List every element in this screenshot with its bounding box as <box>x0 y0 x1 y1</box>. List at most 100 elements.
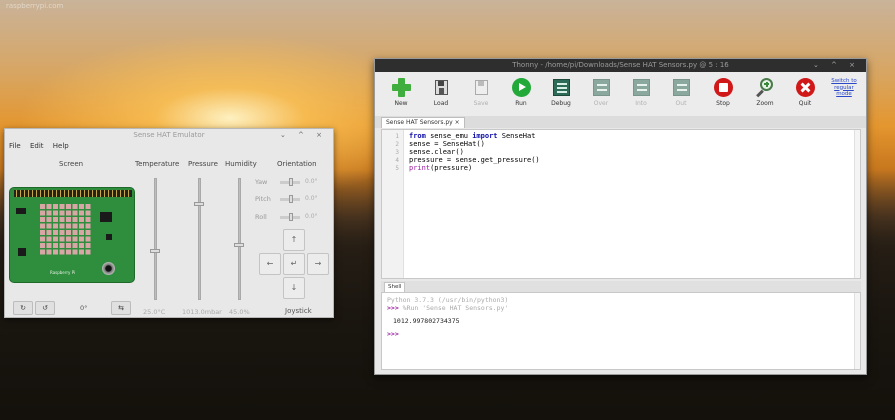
shell-output: 1012.997802734375 <box>393 317 460 325</box>
code-line[interactable]: sense.clear() <box>409 148 464 156</box>
load-button[interactable]: Load <box>423 78 459 107</box>
rotate-ccw-button[interactable]: ↺ <box>35 301 55 315</box>
humidity-heading: Humidity <box>225 160 257 168</box>
tab-shell[interactable]: Shell <box>384 282 406 292</box>
rotation-value: 0° <box>80 304 88 312</box>
temperature-slider-thumb[interactable] <box>150 248 160 253</box>
menu-file[interactable]: File <box>9 142 21 150</box>
new-label: New <box>394 100 408 107</box>
step-out-label: Out <box>675 100 687 107</box>
humidity-slider-thumb[interactable] <box>234 242 244 247</box>
quit-icon <box>796 78 815 97</box>
pressure-heading: Pressure <box>188 160 218 168</box>
screen-heading: Screen <box>59 160 84 168</box>
shell-panel[interactable]: Python 3.7.3 (/usr/bin/python3) >>> %Run… <box>381 292 861 370</box>
editor-scrollbar[interactable] <box>854 130 860 278</box>
stop-label: Stop <box>716 100 730 107</box>
desktop-corner-text: raspberrypi.com <box>6 2 64 10</box>
step-over-button[interactable]: Over <box>583 78 619 107</box>
joystick-center-button[interactable]: ↵ <box>283 253 305 275</box>
pressure-slider-thumb[interactable] <box>194 202 204 207</box>
line-number-gutter: 1 2 3 4 5 <box>382 130 404 278</box>
roll-value: 0.0° <box>305 213 318 220</box>
code-editor[interactable]: 1 2 3 4 5 from sense_emu import SenseHat… <box>381 129 861 279</box>
yaw-slider-thumb[interactable] <box>289 178 293 186</box>
joystick-up-button[interactable]: ↑ <box>283 229 305 251</box>
gpio-header <box>14 190 132 197</box>
line-number: 1 <box>395 133 399 140</box>
shell-run-command: %Run 'Sense HAT Sensors.py' <box>398 304 509 312</box>
stop-icon <box>714 78 733 97</box>
orientation-heading: Orientation <box>277 160 317 168</box>
joystick-left-button[interactable]: ← <box>259 253 281 275</box>
shell-version-line: Python 3.7.3 (/usr/bin/python3) <box>387 296 509 304</box>
line-number: 5 <box>395 165 399 172</box>
step-out-button[interactable]: Out <box>663 78 699 107</box>
code-line[interactable]: print(pressure) <box>409 164 472 172</box>
editor-tabbar: Sense HAT Sensors.py × <box>375 116 866 128</box>
pitch-slider-thumb[interactable] <box>289 195 293 203</box>
run-label: Run <box>515 100 527 107</box>
joystick-down-button[interactable]: ↓ <box>283 277 305 299</box>
pressure-slider[interactable] <box>194 178 204 300</box>
debug-button[interactable]: Debug <box>543 78 579 107</box>
pressure-value: 1013.0mbar <box>182 308 222 316</box>
roll-label: Roll <box>255 213 267 221</box>
load-floppy-icon <box>432 78 450 96</box>
menu-help[interactable]: Help <box>53 142 69 150</box>
step-into-label: Into <box>635 100 647 107</box>
run-play-icon <box>512 78 531 97</box>
save-floppy-icon <box>472 78 490 96</box>
save-button[interactable]: Save <box>463 78 499 107</box>
board-chip <box>16 208 26 214</box>
line-number: 3 <box>395 149 399 156</box>
code-line[interactable]: sense = SenseHat() <box>409 140 485 148</box>
temperature-value: 25.0°C <box>143 308 166 316</box>
quit-button[interactable]: Quit <box>787 78 823 107</box>
board-logo: Raspberry Pi <box>50 270 76 275</box>
flip-button[interactable]: ⇆ <box>111 301 131 315</box>
code-line[interactable]: from sense_emu import SenseHat <box>409 132 535 140</box>
board-chip <box>18 248 26 256</box>
pitch-label: Pitch <box>255 195 271 203</box>
sense-hat-titlebar[interactable]: Sense HAT Emulator ⌄ ^ × <box>5 129 333 141</box>
shell-scrollbar[interactable] <box>854 293 860 369</box>
tab-sense-hat-sensors[interactable]: Sense HAT Sensors.py × <box>381 117 465 128</box>
thonny-titlebar[interactable]: Thonny - /home/pi/Downloads/Sense HAT Se… <box>375 59 866 72</box>
step-into-icon <box>632 78 650 96</box>
debug-label: Debug <box>551 100 571 107</box>
thonny-title: Thonny - /home/pi/Downloads/Sense HAT Se… <box>512 61 729 69</box>
thonny-toolbar: New Load Save Run Debug Over Into Out St… <box>375 72 866 116</box>
sense-hat-window[interactable]: Sense HAT Emulator ⌄ ^ × File Edit Help … <box>4 128 334 318</box>
roll-slider-thumb[interactable] <box>289 213 293 221</box>
sense-hat-title: Sense HAT Emulator <box>133 131 205 139</box>
step-into-button[interactable]: Into <box>623 78 659 107</box>
switch-mode-link[interactable]: Switch to regular mode <box>828 78 860 98</box>
yaw-value: 0.0° <box>305 178 318 185</box>
load-label: Load <box>433 100 449 107</box>
joystick-right-button[interactable]: → <box>307 253 329 275</box>
new-button[interactable]: New <box>383 78 419 107</box>
rotate-cw-button[interactable]: ↻ <box>13 301 33 315</box>
window-controls[interactable]: ⌄ ^ × <box>813 59 860 72</box>
shell-prompt: >>> <box>387 304 399 312</box>
stop-button[interactable]: Stop <box>705 78 741 107</box>
shell-final-prompt[interactable]: >>> <box>387 330 399 338</box>
line-number: 2 <box>395 141 399 148</box>
board-chip <box>106 234 112 240</box>
window-controls[interactable]: ⌄ ^ × <box>280 129 327 141</box>
code-line[interactable]: pressure = sense.get_pressure() <box>409 156 540 164</box>
humidity-slider[interactable] <box>234 178 244 300</box>
step-over-icon <box>592 78 610 96</box>
led-matrix <box>40 204 92 256</box>
board-joystick <box>102 262 115 275</box>
line-number: 4 <box>395 157 399 164</box>
thonny-window[interactable]: Thonny - /home/pi/Downloads/Sense HAT Se… <box>374 58 867 375</box>
menu-edit[interactable]: Edit <box>30 142 44 150</box>
temperature-slider[interactable] <box>150 178 160 300</box>
zoom-button[interactable]: Zoom <box>747 78 783 107</box>
run-button[interactable]: Run <box>503 78 539 107</box>
sense-hat-menubar: File Edit Help <box>5 141 333 152</box>
step-out-icon <box>672 78 690 96</box>
yaw-label: Yaw <box>255 178 268 186</box>
